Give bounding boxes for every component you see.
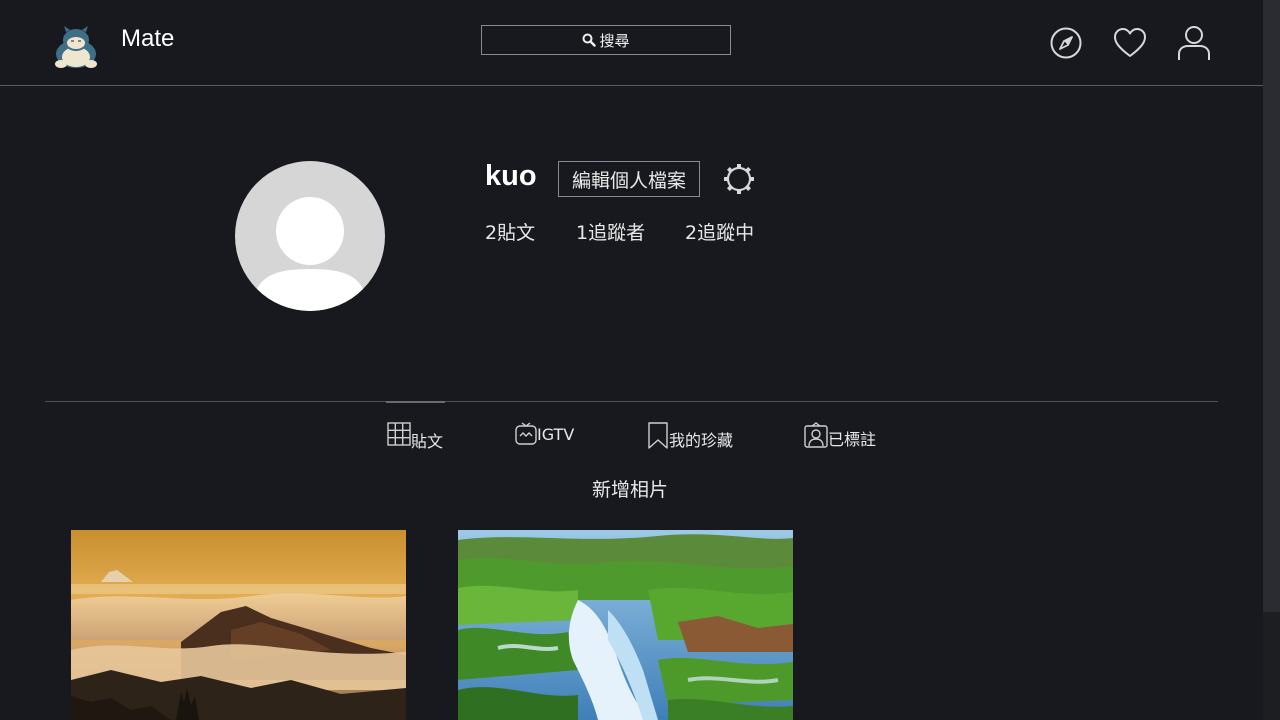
tab-igtv[interactable]: IGTV bbox=[515, 422, 574, 446]
section-divider bbox=[45, 401, 1218, 402]
profile-button[interactable] bbox=[1176, 24, 1212, 62]
top-navbar: Mate 搜尋 bbox=[0, 0, 1263, 86]
following-count[interactable]: 2追蹤中 bbox=[685, 218, 754, 245]
default-avatar-icon bbox=[257, 197, 363, 311]
active-tab-indicator bbox=[386, 401, 445, 403]
tab-tagged-label: 已標註 bbox=[828, 430, 877, 449]
posts-count[interactable]: 2貼文 bbox=[485, 218, 535, 245]
post-photo-green-reef-waterfall bbox=[458, 530, 793, 720]
explore-button[interactable] bbox=[1048, 24, 1084, 62]
bookmark-icon bbox=[648, 422, 668, 449]
tab-saved[interactable]: 我的珍藏 bbox=[647, 422, 734, 450]
tagged-user-icon bbox=[804, 422, 828, 448]
scrollbar-thumb[interactable] bbox=[1263, 0, 1280, 612]
tab-igtv-label: IGTV bbox=[537, 425, 575, 444]
add-photo-button[interactable]: 新增相片 bbox=[592, 475, 668, 502]
profile-username: kuo bbox=[485, 160, 537, 192]
grid-icon bbox=[387, 422, 411, 446]
logo-icon[interactable] bbox=[52, 24, 100, 70]
tab-posts-label: 貼文 bbox=[411, 432, 444, 451]
brand-name[interactable]: Mate bbox=[121, 25, 174, 53]
tab-tagged[interactable]: 已標註 bbox=[804, 422, 877, 449]
heart-icon bbox=[1114, 28, 1146, 57]
search-input[interactable]: 搜尋 bbox=[481, 25, 731, 55]
settings-gear-icon[interactable] bbox=[722, 162, 756, 196]
search-placeholder: 搜尋 bbox=[599, 31, 630, 50]
user-icon bbox=[1178, 26, 1210, 60]
igtv-icon bbox=[515, 422, 537, 445]
post-photo-sea-of-clouds bbox=[71, 530, 406, 720]
followers-count[interactable]: 1追蹤者 bbox=[576, 218, 645, 245]
post-thumbnail[interactable] bbox=[71, 530, 406, 720]
post-thumbnail[interactable] bbox=[458, 530, 793, 720]
tab-posts[interactable]: 貼文 bbox=[387, 422, 443, 451]
avatar[interactable] bbox=[235, 161, 385, 311]
search-icon bbox=[582, 33, 597, 47]
edit-profile-button[interactable]: 編輯個人檔案 bbox=[558, 161, 700, 197]
activity-button[interactable] bbox=[1112, 24, 1148, 62]
compass-icon bbox=[1050, 27, 1082, 59]
tab-saved-label: 我的珍藏 bbox=[669, 431, 734, 450]
